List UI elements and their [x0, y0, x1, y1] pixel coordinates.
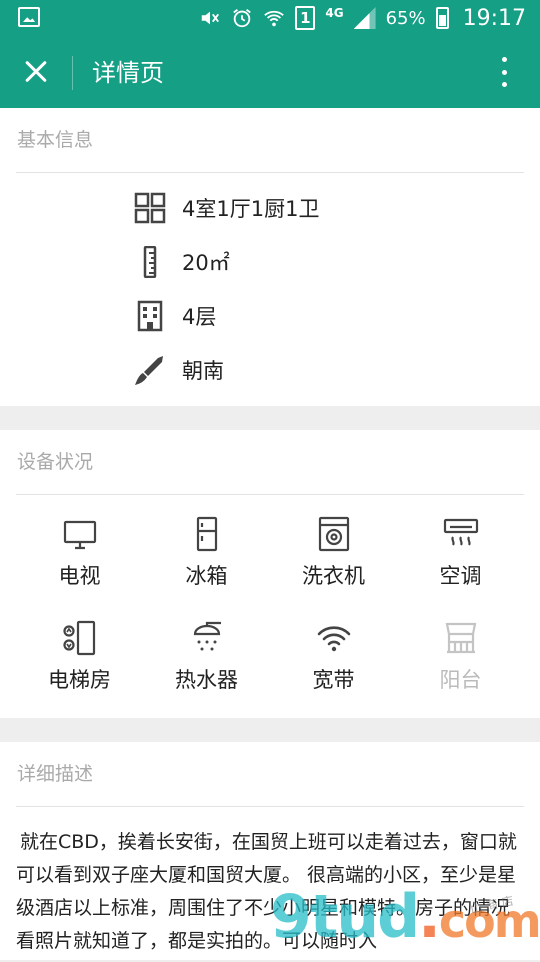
- facility-label: 电视: [58, 564, 101, 588]
- fridge-icon: [196, 516, 217, 552]
- watermark-dot: .: [418, 882, 441, 952]
- facility-broadband: 宽带: [266, 620, 401, 694]
- facilities-card: 设备状况 电视 冰箱 洗衣机 空调 电梯房 热水器 宽带 阳台: [0, 430, 540, 718]
- elevator-icon: [62, 620, 95, 656]
- basic-info-area: 20㎡: [134, 244, 230, 280]
- balcony-icon: [445, 622, 476, 654]
- basic-info-card: 基本信息 4室1厅1厨1卫 20㎡ 4层 朝南: [0, 108, 540, 406]
- facility-aircon: 空调: [393, 516, 528, 590]
- air-conditioner-icon: [443, 518, 478, 546]
- rooms-text: 4室1厅1厨1卫: [182, 197, 320, 221]
- status-bar: 1 4G 65% 19:17: [0, 0, 540, 36]
- facility-water-heater: 热水器: [139, 620, 274, 694]
- watermark-logo: 9tud.com 山 商 店: [270, 882, 540, 962]
- facility-label: 电梯房: [48, 668, 111, 692]
- divider: [16, 494, 524, 495]
- basic-info-orientation: 朝南: [134, 352, 224, 388]
- sim-icon: 1: [295, 6, 316, 30]
- orientation-text: 朝南: [182, 359, 224, 383]
- section-title: 设备状况: [17, 451, 94, 473]
- facility-label: 空调: [439, 564, 482, 588]
- basic-info-floor: 4层: [134, 298, 216, 334]
- facility-label: 宽带: [312, 668, 355, 692]
- brush-icon: [135, 356, 163, 385]
- water-heater-icon: [193, 621, 221, 651]
- gallery-notification-icon: [18, 7, 40, 27]
- facility-label: 冰箱: [185, 564, 228, 588]
- divider: [16, 172, 524, 173]
- page-title: 详情页: [92, 59, 164, 87]
- battery-icon: [435, 7, 449, 29]
- washer-icon: [318, 516, 349, 552]
- facility-tv: 电视: [12, 516, 147, 590]
- facility-label: 热水器: [175, 668, 238, 692]
- wifi-status-icon: [264, 10, 285, 27]
- divider: [16, 806, 524, 807]
- battery-percent: 65%: [385, 7, 426, 29]
- mute-icon: [202, 11, 220, 25]
- facility-label: 洗衣机: [302, 564, 365, 588]
- basic-info-rooms: 4室1厅1厨1卫: [134, 190, 319, 226]
- close-icon[interactable]: [14, 50, 58, 94]
- facility-washer: 洗衣机: [266, 516, 401, 590]
- appbar-divider: [72, 56, 73, 90]
- area-text: 20㎡: [182, 251, 230, 275]
- tv-icon: [63, 520, 96, 550]
- signal-icon: [353, 7, 376, 29]
- building-icon: [137, 300, 163, 332]
- section-title: 基本信息: [17, 129, 94, 151]
- facility-label: 阳台: [439, 668, 482, 692]
- section-title: 详细描述: [17, 763, 94, 785]
- floor-text: 4层: [182, 305, 217, 329]
- facility-fridge: 冰箱: [139, 516, 274, 590]
- wifi-icon: [317, 626, 350, 652]
- more-options-icon[interactable]: [486, 54, 522, 90]
- facility-balcony: 阳台: [393, 620, 528, 694]
- facility-elevator: 电梯房: [12, 620, 147, 694]
- status-icons: 1 4G 65% 19:17: [199, 0, 526, 36]
- alarm-icon: [233, 9, 252, 28]
- watermark-brand: 9tud: [270, 882, 420, 952]
- clock: 19:17: [462, 5, 526, 31]
- floorplan-icon: [134, 192, 166, 224]
- network-type: 4G: [325, 6, 344, 20]
- app-bar: 详情页: [0, 36, 540, 108]
- ruler-icon: [143, 246, 157, 278]
